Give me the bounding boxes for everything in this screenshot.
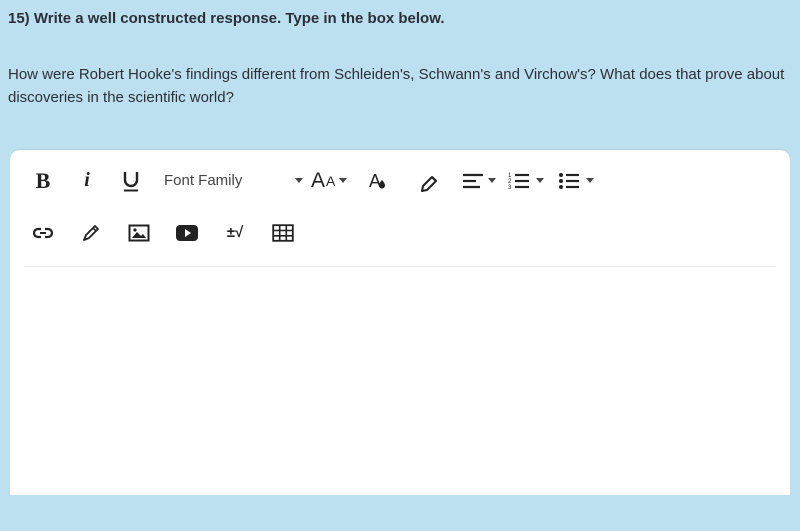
chevron-down-icon <box>488 178 496 183</box>
align-dropdown[interactable] <box>461 171 496 191</box>
highlight-icon <box>419 170 441 192</box>
chevron-down-icon <box>536 178 544 183</box>
equation-icon: ±√ <box>227 224 243 241</box>
font-size-large-icon: A <box>311 169 325 193</box>
editor-content-area[interactable] <box>10 267 790 487</box>
video-icon <box>175 224 199 242</box>
table-button[interactable] <box>262 212 304 254</box>
pencil-icon <box>81 223 101 243</box>
link-button[interactable] <box>22 212 64 254</box>
video-button[interactable] <box>166 212 208 254</box>
svg-text:3: 3 <box>508 185 512 191</box>
image-button[interactable] <box>118 212 160 254</box>
equation-button[interactable]: ±√ <box>214 212 256 254</box>
table-icon <box>272 224 294 242</box>
font-family-label: Font Family <box>164 172 242 189</box>
underline-button[interactable] <box>110 160 152 202</box>
italic-icon: i <box>84 169 90 192</box>
font-family-dropdown[interactable]: Font Family <box>154 160 309 202</box>
bold-icon: B <box>36 168 51 194</box>
highlight-button[interactable] <box>409 160 451 202</box>
align-left-icon <box>461 171 485 191</box>
font-size-small-icon: A <box>326 173 335 189</box>
toolbar-row-2: ±√ <box>10 206 790 258</box>
bold-button[interactable]: B <box>22 160 64 202</box>
svg-text:A: A <box>369 171 381 191</box>
rich-text-editor: B i Font Family A A A <box>10 150 790 495</box>
image-icon <box>128 224 150 242</box>
numbered-list-dropdown[interactable]: 1 2 3 <box>508 171 544 191</box>
bullet-list-icon <box>558 171 580 191</box>
chevron-down-icon <box>295 178 303 183</box>
question-instruction: Write a well constructed response. Type … <box>34 10 445 27</box>
question-prompt: How were Robert Hooke's findings differe… <box>0 27 800 110</box>
italic-button[interactable]: i <box>66 160 108 202</box>
chevron-down-icon <box>339 178 347 183</box>
link-icon <box>32 226 54 240</box>
draw-button[interactable] <box>70 212 112 254</box>
bullet-list-dropdown[interactable] <box>558 171 594 191</box>
font-size-dropdown[interactable]: A A <box>311 169 347 193</box>
question-number: 15) <box>8 10 30 27</box>
font-color-icon: A <box>365 170 387 192</box>
underline-icon <box>121 170 141 192</box>
numbered-list-icon: 1 2 3 <box>508 171 530 191</box>
chevron-down-icon <box>586 178 594 183</box>
font-color-button[interactable]: A <box>355 160 397 202</box>
toolbar-row-1: B i Font Family A A A <box>10 156 790 206</box>
